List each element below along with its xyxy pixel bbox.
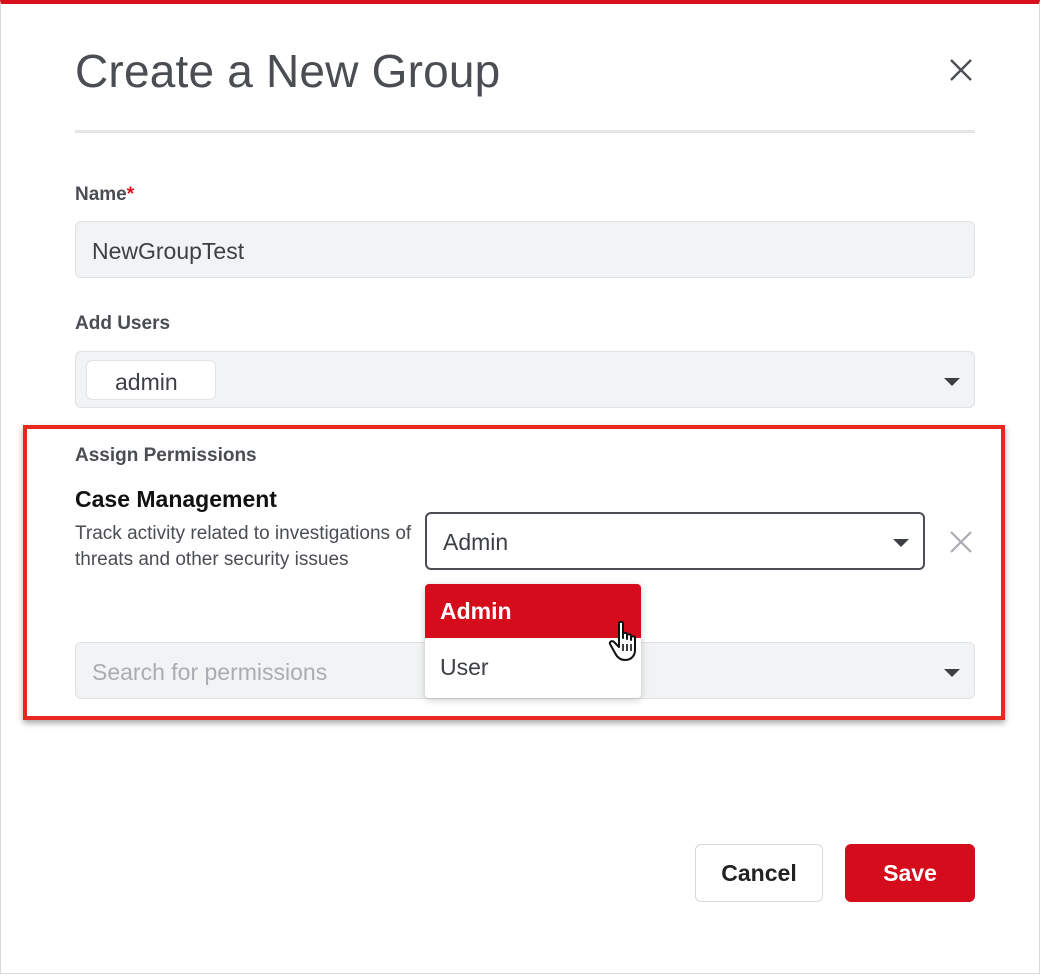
add-users-label: Add Users — [75, 313, 171, 334]
close-button[interactable] — [945, 54, 977, 86]
save-button[interactable]: Save — [845, 844, 975, 902]
chevron-down-icon — [893, 539, 909, 547]
assign-permissions-label: Assign Permissions — [75, 445, 257, 466]
permission-description: Track activity related to investigations… — [75, 523, 412, 570]
permission-search-placeholder: Search for permissions — [92, 659, 328, 685]
close-icon — [950, 531, 972, 553]
hand-pointer-icon — [608, 620, 636, 661]
user-chip[interactable]: admin — [86, 360, 216, 400]
dialog-title: Create a New Group — [75, 45, 501, 97]
name-label: Name* — [75, 184, 134, 206]
role-select-value: Admin — [443, 529, 509, 555]
required-marker: * — [126, 184, 135, 205]
name-label-text: Name — [75, 184, 127, 205]
user-chip-label: admin — [115, 369, 178, 395]
name-input[interactable]: NewGroupTest — [75, 221, 975, 278]
title-divider — [75, 130, 975, 133]
chevron-down-icon — [944, 378, 960, 386]
cancel-button[interactable]: Cancel — [695, 844, 823, 902]
chevron-down-icon — [944, 669, 960, 677]
remove-permission-button[interactable] — [947, 528, 975, 556]
name-input-value: NewGroupTest — [92, 238, 245, 264]
role-select[interactable]: Admin — [425, 512, 925, 570]
permission-title: Case Management — [75, 486, 277, 512]
add-users-select[interactable]: admin — [75, 351, 975, 408]
close-icon — [950, 59, 972, 81]
create-group-dialog: Create a New Group Name* NewGroupTest Ad… — [0, 0, 1040, 974]
